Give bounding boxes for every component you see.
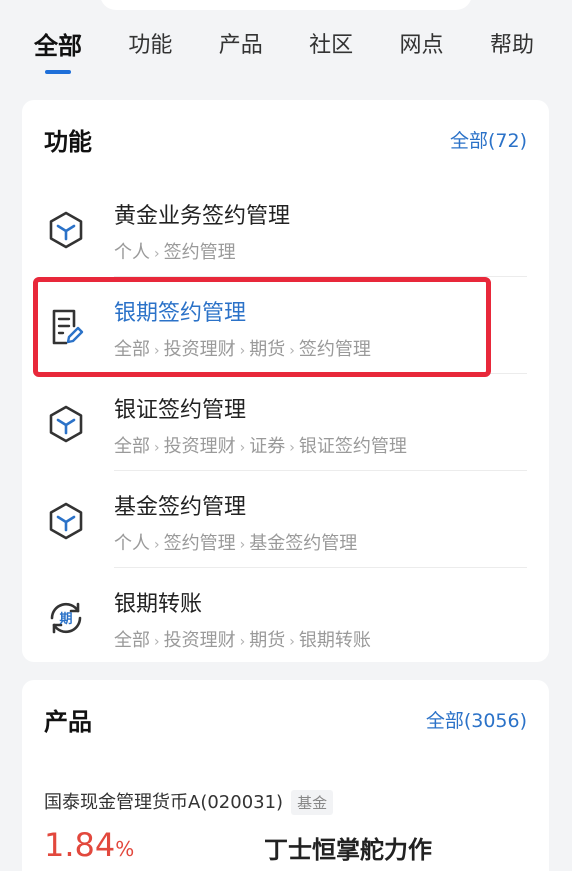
function-title: 黄金业务签约管理 (114, 204, 291, 229)
functions-title: 功能 (44, 128, 92, 156)
futures-transfer-icon: 期 (50, 602, 82, 634)
function-item[interactable]: 基金签约管理 个人 › 签约管理 › 基金签约管理 (22, 471, 549, 568)
tab-help[interactable]: 帮助 (490, 28, 534, 78)
function-path: 全部 › 投资理财 › 证券 › 银证签约管理 (114, 436, 407, 457)
function-item[interactable]: 黄金业务签约管理 个人 › 签约管理 (22, 180, 549, 277)
function-path: 全部 › 投资理财 › 期货 › 银期转账 (114, 630, 371, 651)
products-title: 产品 (44, 708, 92, 736)
function-item[interactable]: 期 银期转账 全部 › 投资理财 › 期货 › 银期转账 (22, 568, 549, 665)
products-header: 产品 全部(3056) (44, 702, 527, 738)
functions-card: 功能 全部(72) 黄金业务签约管理 个人 › 签约管理 银期签约管理 全部 › 投资理… (22, 100, 549, 662)
search-bar-bottom[interactable] (100, 0, 472, 10)
category-tabs: 全部 功能 产品 社区 网点 帮助 (0, 28, 572, 78)
functions-header: 功能 全部(72) (44, 122, 527, 158)
tab-products[interactable]: 产品 (219, 28, 263, 78)
document-edit-icon (52, 309, 84, 345)
function-title: 银期转账 (114, 592, 203, 617)
svg-text:期: 期 (59, 612, 72, 627)
product-name[interactable]: 国泰现金管理货币A(020031) 基金 (44, 788, 334, 815)
tab-functions[interactable]: 功能 (128, 28, 172, 78)
function-title: 银期签约管理 (114, 301, 247, 326)
product-tag: 基金 (291, 790, 334, 815)
products-view-all-link[interactable]: 全部(3056) (426, 706, 527, 733)
cube-icon (49, 502, 83, 540)
tab-branches[interactable]: 网点 (400, 28, 444, 78)
function-path: 个人 › 签约管理 (114, 242, 236, 263)
function-item[interactable]: 银证签约管理 全部 › 投资理财 › 证券 › 银证签约管理 (22, 374, 549, 471)
cube-icon (49, 405, 83, 443)
products-card: 产品 全部(3056) 国泰现金管理货币A(020031) 基金 1.84% 丁士… (22, 680, 549, 871)
product-slogan: 丁士恒掌舵力作 (264, 836, 432, 864)
function-path: 个人 › 签约管理 › 基金签约管理 (114, 533, 358, 554)
functions-view-all-link[interactable]: 全部(72) (450, 126, 527, 153)
product-rate: 1.84% (44, 826, 135, 864)
tab-community[interactable]: 社区 (309, 28, 353, 78)
function-item[interactable]: 银期签约管理 全部 › 投资理财 › 期货 › 签约管理 (22, 277, 549, 374)
function-path: 全部 › 投资理财 › 期货 › 签约管理 (114, 339, 371, 360)
function-title: 基金签约管理 (114, 495, 247, 520)
tab-all[interactable]: 全部 (34, 28, 82, 78)
function-title: 银证签约管理 (114, 398, 247, 423)
cube-icon (49, 211, 83, 249)
